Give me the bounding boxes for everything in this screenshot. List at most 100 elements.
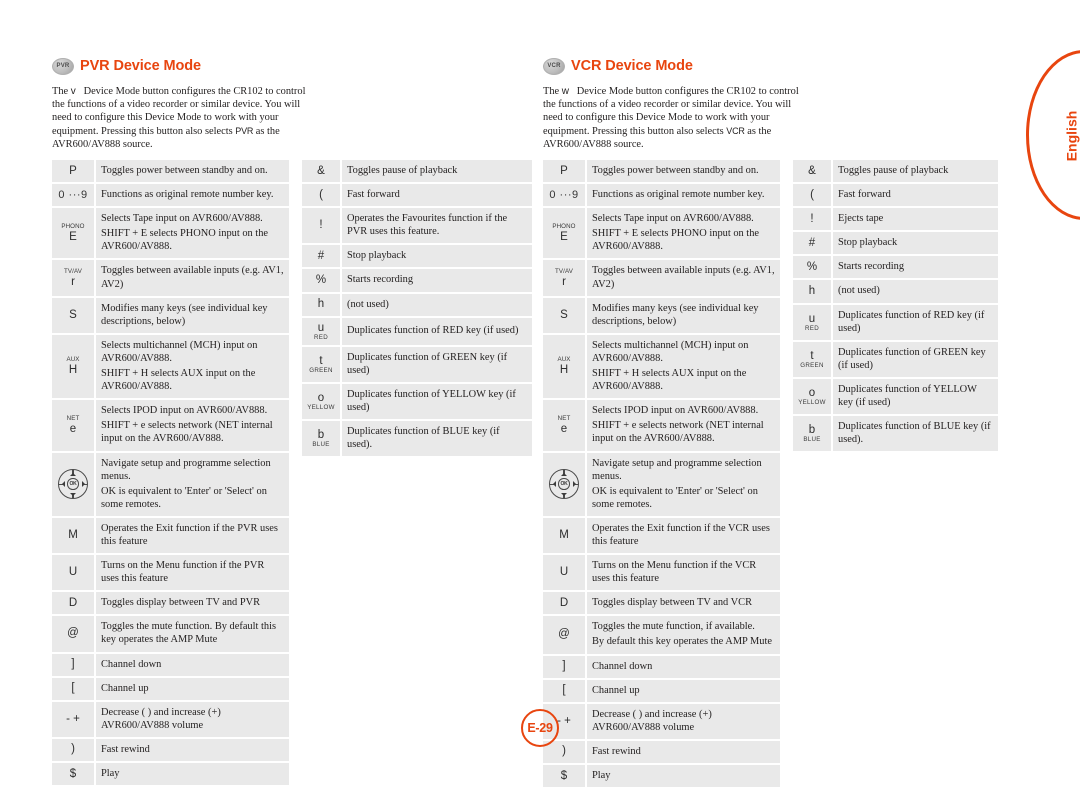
description-cell: Fast rewind [587, 740, 780, 764]
function-description-line: Decrease ( ) and increase (+) AVR600/AV8… [592, 708, 712, 733]
function-description-line: Operates the Exit function if the VCR us… [592, 522, 770, 547]
pvr-chip-label: PVR [56, 63, 70, 69]
description-cell: Toggles between available inputs (e.g. A… [587, 260, 780, 296]
key-sub-label: NET [66, 414, 80, 422]
description-cell: Duplicates function of BLUE key (if used… [342, 421, 532, 457]
function-description-line: Duplicates function of YELLOW key (if us… [838, 383, 977, 409]
key-glyph: o [808, 387, 816, 399]
key-glyph: - + [557, 714, 571, 727]
key-cell: D [543, 592, 587, 615]
function-description-line: Play [592, 770, 611, 782]
key-cell: $ [543, 765, 587, 788]
function-description-line: Turns on the Menu function if the VCR us… [592, 560, 757, 585]
key-glyph: % [806, 260, 818, 273]
vcr-function-table-b: & Toggles pause of playback (Fast forward!… [793, 158, 998, 453]
table-row: ) Fast rewind [52, 738, 289, 762]
description-cell: Modifies many keys (see individual key d… [96, 297, 289, 333]
function-description-line: Ejects tape [838, 213, 884, 225]
function-description-line: Selects IPOD input on AVR600/AV888. [101, 405, 268, 417]
function-description-line: SHIFT + H selects AUX input on the AVR60… [101, 368, 256, 393]
function-description-line: Duplicates function of YELLOW key (if us… [347, 388, 516, 414]
key-cell: % [793, 256, 833, 279]
table-row: % Starts recording [793, 256, 998, 279]
key-glyph: D [559, 596, 569, 609]
table-row: PHONO E Selects Tape input on AVR600/AV888… [52, 208, 289, 259]
table-row: (Fast forward [302, 184, 532, 207]
key-glyph: P [69, 164, 77, 177]
key-glyph: ) [71, 743, 75, 756]
function-description-line: Decrease ( ) and increase (+) AVR600/AV8… [101, 706, 221, 731]
table-row: AUX H Selects multichannel (MCH) input on … [52, 334, 289, 399]
table-row: - + Decrease ( ) and increase (+) AVR600/… [543, 703, 780, 739]
key-cell: h [302, 293, 342, 316]
pvr-function-table-b: & Toggles pause of playback (Fast forward!… [302, 158, 532, 458]
vcr-intro-key-glyph: w [561, 86, 569, 97]
table-row: TV/AV r Toggles between available inputs (… [543, 260, 780, 296]
function-description-line: Fast forward [347, 189, 400, 201]
key-glyph: E [69, 230, 77, 243]
function-description-line: Toggles pause of playback [347, 165, 458, 177]
key-glyph: M [559, 528, 569, 541]
table-row: ) Fast rewind [543, 740, 780, 764]
function-description-line: Toggles power between standby and on. [101, 165, 268, 177]
key-cell: & [793, 160, 833, 183]
table-row: $ Play [543, 765, 780, 788]
description-cell: Functions as original remote number key. [587, 184, 780, 207]
function-description-line: Modifies many keys (see individual key d… [101, 302, 268, 327]
function-description-line: Duplicates function of BLUE key (if used… [838, 421, 991, 446]
function-description-line: Turns on the Menu function if the PVR us… [101, 560, 265, 585]
table-row: TV/AV r Toggles between available inputs (… [52, 260, 289, 296]
table-row: D Toggles display between TV and PVR [52, 592, 289, 615]
function-description-line: Channel up [592, 684, 640, 696]
table-row: u RED Duplicates function of RED key (if u… [793, 304, 998, 340]
key-glyph: e [69, 422, 77, 435]
key-glyph: $ [69, 767, 77, 780]
description-cell: Fast rewind [96, 738, 289, 762]
key-sub-label: AUX [557, 356, 571, 363]
table-row: OK Navigate setup and programme selection… [52, 452, 289, 516]
function-description-line: Modifies many keys (see individual key d… [592, 302, 759, 327]
key-cell: ] [52, 653, 96, 676]
table-row: NET e Selects IPOD input on AVR600/AV888. S… [52, 400, 289, 451]
key-glyph: S [69, 308, 77, 321]
description-cell: Turns on the Menu function if the PVR us… [96, 555, 289, 591]
key-cell: PHONO E [52, 208, 96, 259]
function-description-line: Toggles the mute function, if available. [592, 621, 755, 633]
key-glyph: u [317, 321, 325, 334]
key-glyph: H [559, 364, 569, 376]
table-row: o YELLOW Duplicates function of YELLOW key… [302, 383, 532, 420]
pvr-section-title: PVR Device Mode [80, 58, 201, 74]
key-glyph: % [315, 273, 327, 286]
function-description-line: SHIFT + E selects PHONO input on the AVR… [592, 228, 760, 253]
key-glyph: H [68, 364, 78, 376]
pvr-intro-source-key: PVR [235, 125, 254, 136]
key-cell: TV/AV r [52, 260, 96, 296]
table-row: & Toggles pause of playback [793, 160, 998, 183]
description-cell: (not used) [342, 293, 532, 316]
description-cell: Selects Tape input on AVR600/AV888. SHIFT… [96, 208, 289, 259]
pvr-device-mode-section: PVR PVR Device Mode The v Device Mode bu… [52, 55, 532, 786]
key-glyph: r [71, 275, 75, 288]
description-cell: Starts recording [833, 256, 998, 279]
key-glyph: U [559, 566, 569, 579]
key-cell: ! [302, 208, 342, 244]
description-cell: Functions as original remote number key. [96, 184, 289, 207]
table-row: o YELLOW Duplicates function of YELLOW key… [793, 378, 998, 415]
key-cell: S [52, 297, 96, 333]
table-row: (Fast forward [793, 184, 998, 207]
table-row: S Modifies many keys (see individual key … [543, 297, 780, 333]
key-sub-label: BLUE [312, 441, 330, 449]
table-row: ] Channel down [543, 655, 780, 678]
key-cell: t GREEN [793, 341, 833, 377]
function-description-line: Toggles power between standby and on. [592, 165, 759, 177]
key-cell: ] [543, 655, 587, 678]
key-glyph: ) [562, 745, 566, 758]
description-cell: Duplicates function of YELLOW key (if us… [342, 383, 532, 420]
function-description-line: Fast rewind [592, 745, 641, 757]
pvr-intro-key-glyph: v [70, 86, 76, 97]
function-description-line: By default this key operates the AMP Mut… [592, 636, 772, 648]
description-cell: Modifies many keys (see individual key d… [587, 297, 780, 333]
function-description-line: Toggles display between TV and VCR [592, 597, 753, 609]
key-glyph: & [317, 164, 325, 177]
table-row: ! Operates the Favourites function if the… [302, 208, 532, 244]
